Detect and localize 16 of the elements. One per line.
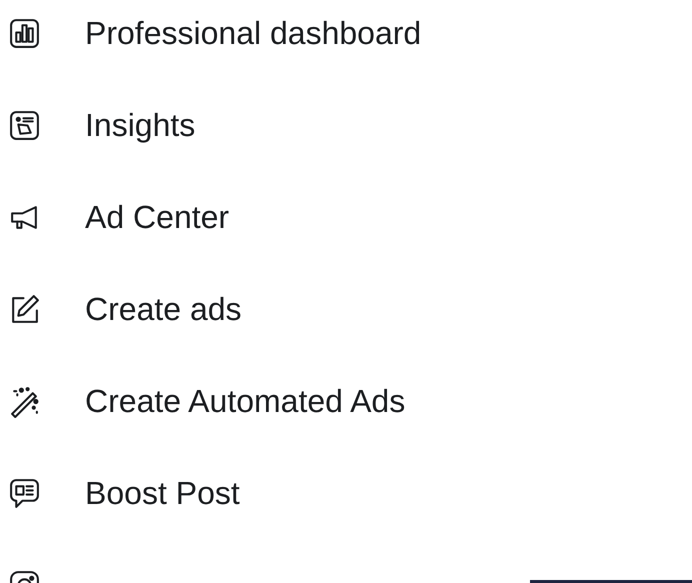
bar-chart-icon (8, 16, 41, 50)
flag-card-icon (8, 108, 41, 142)
menu-item[interactable]: Insights (0, 102, 692, 148)
magic-wand-icon (8, 384, 41, 418)
menu-item-label: Insights (85, 106, 196, 145)
speech-bubble-icon (8, 476, 41, 510)
menu-item-label: Professional dashboard (85, 14, 422, 53)
menu-item[interactable]: Create Automated Ads (0, 378, 692, 424)
menu-item-label: Ad Center (85, 198, 230, 237)
menu-item[interactable]: Boost Post (0, 470, 692, 516)
menu-item-label: Boost Post (85, 474, 240, 513)
menu-item[interactable]: Professional dashboard (0, 10, 692, 56)
menu-item[interactable]: Create ads (0, 286, 692, 332)
menu-item[interactable]: Ad Center (0, 194, 692, 240)
menu-item-label: Create ads (85, 290, 242, 329)
menu-item-label: Create Automated Ads (85, 382, 406, 421)
